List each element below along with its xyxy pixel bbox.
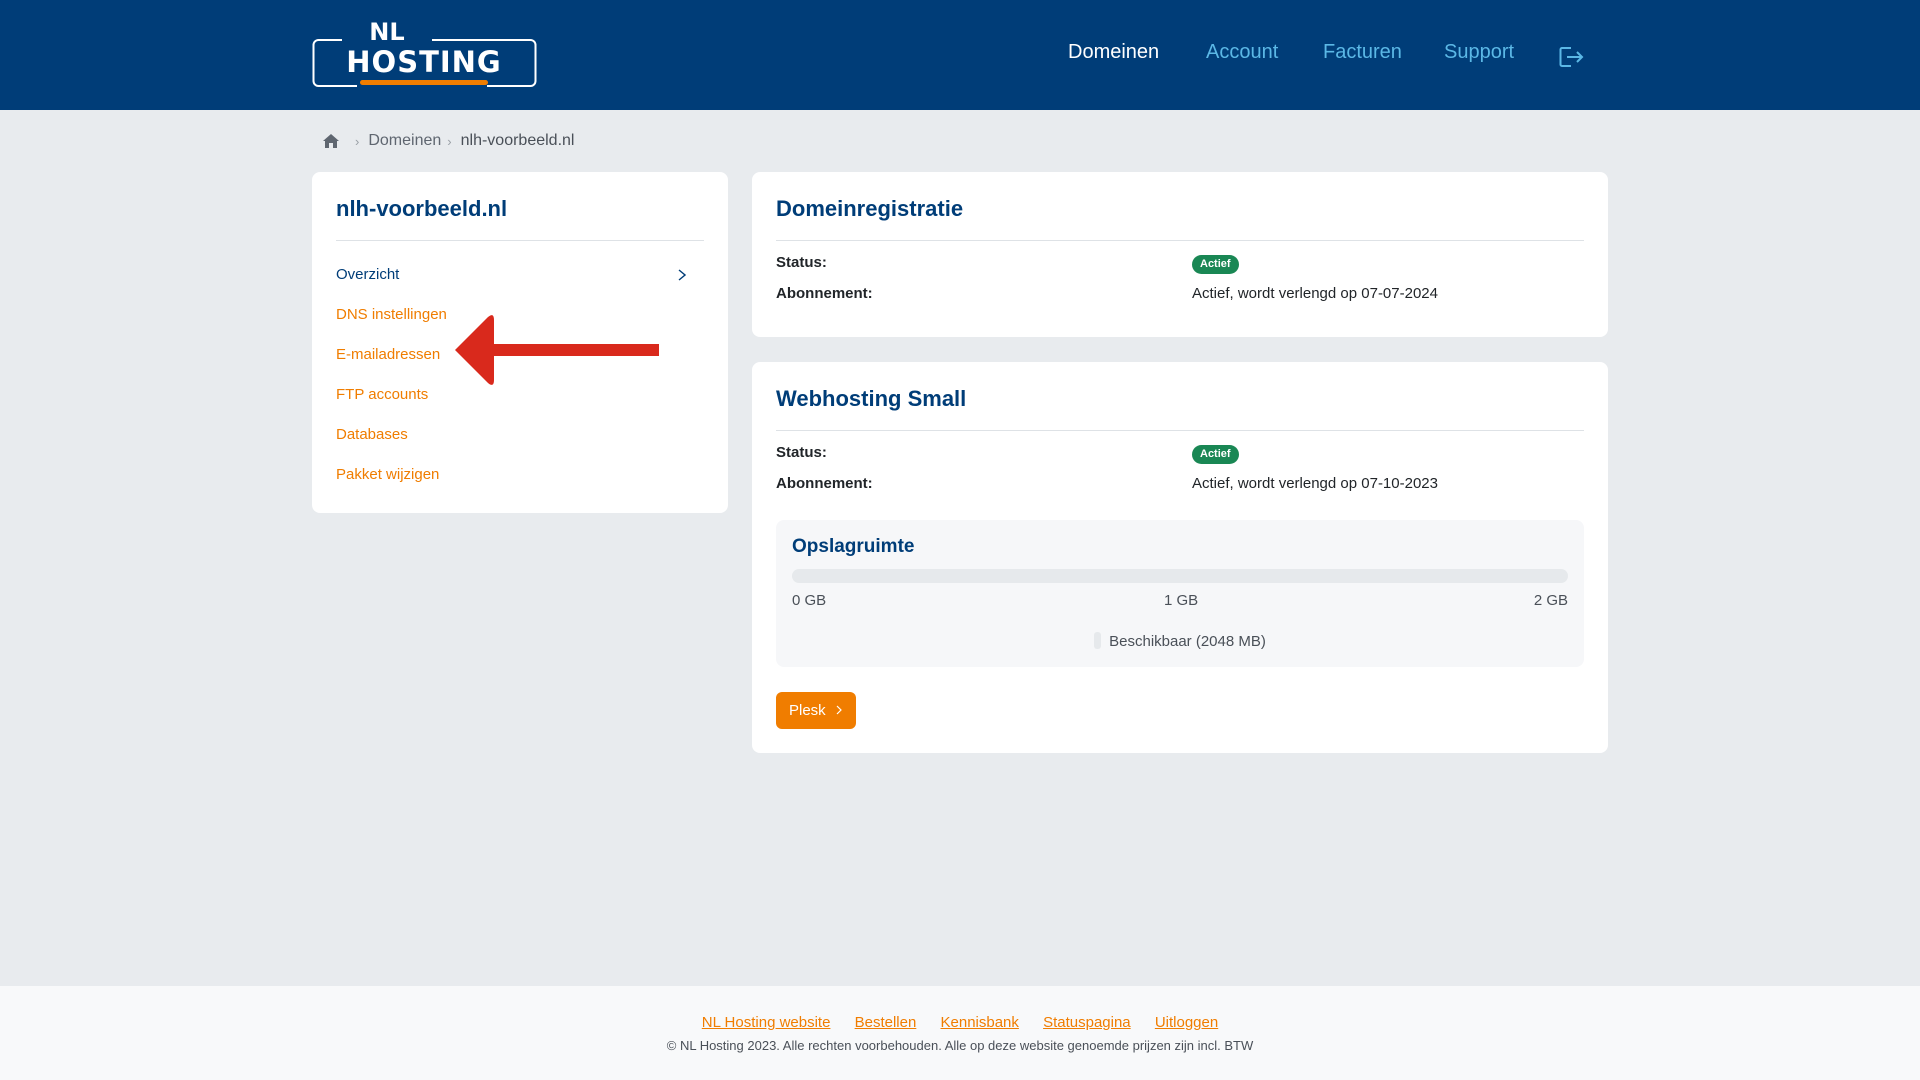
divider: [336, 240, 704, 241]
footer-link-bestellen[interactable]: Bestellen: [855, 1014, 917, 1031]
chevron-right-icon: [836, 705, 842, 715]
sidebar-item-pakket[interactable]: Pakket wijzigen: [336, 455, 704, 495]
subscription-row: Abonnement: Actief, wordt verlengd op 07…: [776, 285, 1584, 307]
status-badge: Actief: [1192, 255, 1239, 274]
footer-link-kennisbank[interactable]: Kennisbank: [941, 1014, 1019, 1031]
status-badge: Actief: [1192, 445, 1239, 464]
subscription-label: Abonnement:: [776, 285, 873, 302]
nav-domeinen[interactable]: Domeinen: [1068, 41, 1159, 64]
footer-link-website[interactable]: NL Hosting website: [702, 1014, 831, 1031]
nav-facturen[interactable]: Facturen: [1323, 41, 1402, 64]
chevron-right-icon: [678, 269, 686, 281]
breadcrumb-separator: ›: [355, 133, 360, 149]
plesk-button[interactable]: Plesk: [776, 692, 856, 729]
footer: NL Hosting website Bestellen Kennisbank …: [0, 986, 1920, 1080]
subscription-value: Actief, wordt verlengd op 07-07-2024: [1192, 285, 1438, 302]
footer-link-statuspagina[interactable]: Statuspagina: [1043, 1014, 1131, 1031]
status-label: Status:: [776, 254, 827, 271]
main-nav: Domeinen Account Facturen Support: [0, 0, 1920, 110]
divider: [776, 240, 1584, 241]
plesk-button-label: Plesk: [789, 702, 826, 719]
top-header: NL HOSTING Domeinen Account Facturen Sup…: [0, 0, 1920, 110]
home-icon[interactable]: [323, 134, 339, 148]
breadcrumb: › Domeinen › nlh-voorbeeld.nl: [323, 130, 574, 152]
legend-swatch: [1094, 632, 1102, 649]
sidebar-item-label: Databases: [336, 426, 408, 443]
hosting-card-title: Webhosting Small: [776, 386, 967, 411]
nav-account[interactable]: Account: [1206, 41, 1278, 64]
status-row: Status: Actief: [776, 444, 1584, 466]
storage-tick-0: 0 GB: [792, 592, 827, 609]
sidebar-item-overzicht[interactable]: Overzicht: [336, 255, 704, 295]
red-arrow-annotation: [455, 315, 659, 385]
storage-tick-1: 1 GB: [1164, 592, 1199, 609]
storage-legend: Beschikbaar (2048 MB): [776, 632, 1584, 650]
subscription-row: Abonnement: Actief, wordt verlengd op 07…: [776, 475, 1584, 497]
logout-icon[interactable]: [1559, 46, 1585, 68]
nav-support[interactable]: Support: [1444, 41, 1514, 64]
domain-card-title: Domeinregistratie: [776, 196, 964, 221]
sidebar-item-label: E-mailadressen: [336, 346, 441, 363]
subscription-value: Actief, wordt verlengd op 07-10-2023: [1192, 475, 1438, 492]
sidebar-item-label: DNS instellingen: [336, 306, 447, 323]
status-value: Actief: [1192, 254, 1239, 274]
legend-label: Beschikbaar (2048 MB): [1109, 633, 1266, 650]
webhosting-card: Webhosting Small Status: Actief Abonneme…: [752, 362, 1608, 753]
breadcrumb-domeinen[interactable]: Domeinen: [368, 132, 441, 150]
sidebar-item-label: Pakket wijzigen: [336, 466, 440, 483]
footer-link-uitloggen[interactable]: Uitloggen: [1155, 1014, 1218, 1031]
status-label: Status:: [776, 444, 827, 461]
subscription-label: Abonnement:: [776, 475, 873, 492]
storage-title: Opslagruimte: [792, 536, 915, 557]
breadcrumb-current: nlh-voorbeeld.nl: [460, 132, 575, 149]
footer-links: NL Hosting website Bestellen Kennisbank …: [0, 1014, 1920, 1031]
sidebar-title: nlh-voorbeeld.nl: [336, 196, 508, 221]
copyright: © NL Hosting 2023. Alle rechten voorbeho…: [666, 1038, 1254, 1053]
sidebar-item-label: FTP accounts: [336, 386, 429, 403]
sidebar-item-label: Overzicht: [336, 266, 400, 283]
breadcrumb-separator: ›: [447, 133, 452, 149]
sidebar-item-databases[interactable]: Databases: [336, 415, 704, 455]
domain-registration-card: Domeinregistratie Status: Actief Abonnem…: [752, 172, 1608, 337]
status-row: Status: Actief: [776, 254, 1584, 276]
storage-progress-bar: [792, 569, 1568, 583]
divider: [776, 430, 1584, 431]
status-value: Actief: [1192, 444, 1239, 464]
storage-tick-2: 2 GB: [1533, 592, 1568, 609]
storage-panel: Opslagruimte 0 GB 1 GB 2 GB Beschikbaar …: [776, 520, 1584, 667]
